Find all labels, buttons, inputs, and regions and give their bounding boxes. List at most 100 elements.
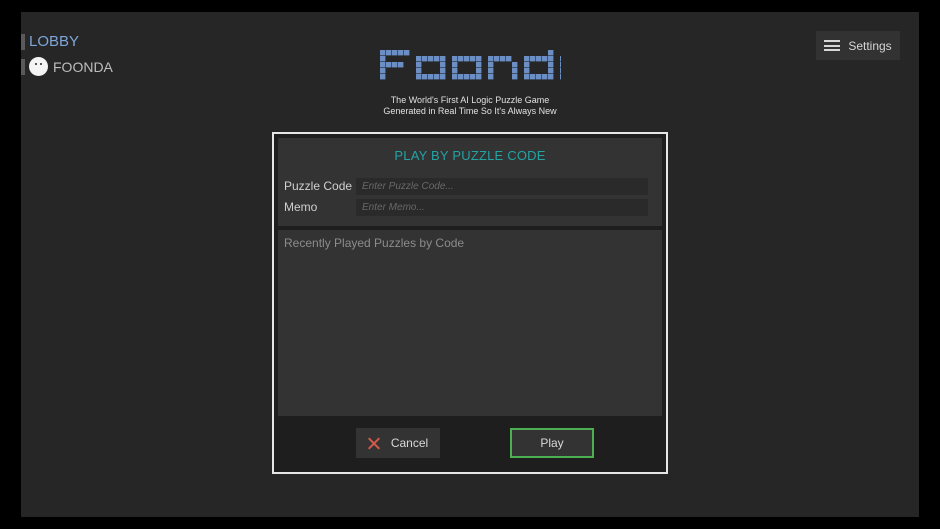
logo-pixel	[422, 56, 428, 62]
hamburger-menu-icon	[824, 40, 841, 51]
logo-pixel	[428, 56, 434, 62]
logo-pixel	[560, 68, 561, 74]
logo-pixel	[416, 68, 422, 74]
logo-pixel	[512, 68, 518, 74]
logo-pixel	[524, 56, 530, 62]
tagline-line-1: The World's First AI Logic Puzzle Game	[390, 95, 550, 105]
logo-pixel	[398, 50, 404, 56]
logo-pixel	[476, 74, 482, 80]
logo-pixel	[524, 74, 530, 80]
logo-pixel	[476, 68, 482, 74]
logo-pixel	[392, 50, 398, 56]
logo-pixel	[548, 62, 554, 68]
play-by-code-dialog: PLAY BY PUZZLE CODE Puzzle Code Memo Rec…	[272, 132, 668, 474]
logo-pixel	[488, 62, 494, 68]
recent-puzzles-header: Recently Played Puzzles by Code	[284, 236, 465, 250]
logo-pixel	[440, 62, 446, 68]
recent-puzzles-list[interactable]: Recently Played Puzzles by Code	[278, 230, 662, 416]
logo-pixel	[536, 56, 542, 62]
logo-pixel	[440, 74, 446, 80]
nav-profile-label: FOONDA	[53, 58, 113, 75]
foonda-logo	[380, 50, 561, 80]
avatar-icon	[29, 57, 48, 76]
play-button[interactable]: Play	[510, 428, 594, 458]
logo-pixel	[560, 56, 561, 62]
logo-pixel	[548, 68, 554, 74]
logo-pixel	[404, 50, 410, 56]
logo-pixel	[536, 74, 542, 80]
logo-letter-f	[380, 50, 410, 80]
logo-pixel	[386, 62, 392, 68]
nav-lobby-link[interactable]: LOBBY	[21, 33, 79, 50]
logo-pixel	[380, 50, 386, 56]
logo-pixel	[560, 62, 561, 68]
logo-letter-n	[488, 56, 518, 80]
logo-pixel	[524, 68, 530, 74]
logo-pixel	[386, 50, 392, 56]
logo-pixel	[380, 56, 386, 62]
logo-pixel	[542, 74, 548, 80]
settings-button[interactable]: Settings	[816, 31, 900, 60]
logo-pixel	[476, 62, 482, 68]
logo-pixel	[548, 74, 554, 80]
logo-pixel	[476, 56, 482, 62]
dialog-title: PLAY BY PUZZLE CODE	[394, 148, 546, 163]
nav-profile-link[interactable]: FOONDA	[21, 57, 113, 76]
logo-pixel	[422, 74, 428, 80]
logo-pixel	[380, 68, 386, 74]
logo-pixel	[548, 50, 554, 56]
logo-pixel	[488, 68, 494, 74]
logo-pixel	[458, 74, 464, 80]
logo-pixel	[500, 56, 506, 62]
cancel-label: Cancel	[390, 436, 429, 450]
cancel-button[interactable]: Cancel	[356, 428, 440, 458]
tagline-line-2: Generated in Real Time So It's Always Ne…	[383, 106, 557, 116]
tagline: The World's First AI Logic Puzzle Game G…	[320, 95, 620, 117]
logo-pixel	[392, 62, 398, 68]
logo-pixel	[452, 74, 458, 80]
logo-pixel	[434, 74, 440, 80]
logo-pixel	[548, 56, 554, 62]
logo-pixel	[452, 62, 458, 68]
logo-letter-o	[416, 56, 446, 80]
logo-letter-o	[452, 56, 482, 80]
logo-pixel	[464, 56, 470, 62]
nav-indicator-bar	[21, 33, 25, 50]
nav-indicator-bar	[21, 58, 25, 75]
logo-pixel	[494, 56, 500, 62]
code-entry-panel: PLAY BY PUZZLE CODE Puzzle Code Memo	[278, 138, 662, 226]
logo-pixel	[488, 74, 494, 80]
puzzle-code-label: Puzzle Code	[284, 179, 353, 193]
logo-pixel	[416, 62, 422, 68]
logo-pixel	[488, 56, 494, 62]
logo-pixel	[380, 62, 386, 68]
memo-label: Memo	[284, 200, 318, 214]
logo-pixel	[452, 56, 458, 62]
logo-pixel	[380, 74, 386, 80]
close-icon	[368, 437, 380, 449]
logo-letter-d	[524, 50, 554, 80]
logo-pixel	[542, 56, 548, 62]
puzzle-code-input[interactable]	[356, 178, 648, 195]
logo-pixel	[524, 62, 530, 68]
logo-pixel	[428, 74, 434, 80]
logo-pixel	[416, 74, 422, 80]
logo-pixel	[416, 56, 422, 62]
logo-pixel	[470, 56, 476, 62]
logo-pixel	[512, 62, 518, 68]
memo-input[interactable]	[356, 199, 648, 216]
logo-pixel	[440, 68, 446, 74]
logo-pixel	[530, 56, 536, 62]
logo-pixel	[440, 56, 446, 62]
logo-pixel	[398, 62, 404, 68]
nav-lobby-label: LOBBY	[29, 33, 80, 50]
logo-pixel	[506, 56, 512, 62]
logo-pixel	[530, 74, 536, 80]
logo-pixel	[464, 74, 470, 80]
logo-letter-a	[560, 56, 561, 80]
logo-pixel	[560, 74, 561, 80]
logo-pixel	[458, 56, 464, 62]
logo-pixel	[434, 56, 440, 62]
logo-pixel	[452, 68, 458, 74]
play-label: Play	[540, 436, 564, 450]
